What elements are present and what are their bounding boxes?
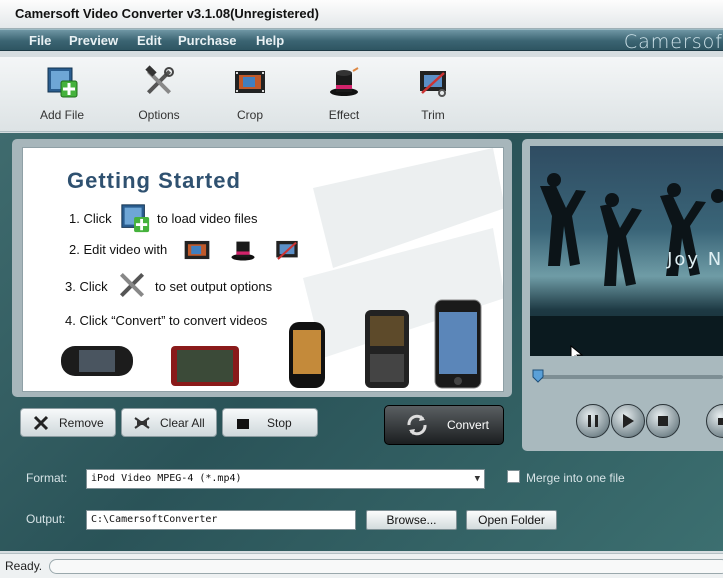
progress-bar [49, 559, 723, 574]
crop-button[interactable]: Crop [215, 65, 285, 122]
format-label: Format: [26, 471, 68, 485]
getting-started-canvas[interactable]: Getting Started 1. Click to load video f… [22, 147, 504, 392]
stop-label: Stop [267, 415, 292, 430]
getting-started-title: Getting Started [67, 168, 241, 193]
menu-bar: File Preview Edit Purchase Help Camersof [0, 29, 723, 53]
brand-logo: Camersof [623, 31, 723, 53]
window-title: Camersoft Video Converter v3.1.08(Unregi… [15, 6, 319, 21]
blackberry-image [365, 310, 409, 388]
add-file-icon [47, 67, 78, 98]
preview-panel: Joy Now [522, 139, 723, 451]
merge-label: Merge into one file [526, 471, 625, 485]
clear-all-label: Clear All [160, 415, 205, 430]
step4-text: 4. Click “Convert” to convert videos [65, 313, 268, 328]
media-player-image [171, 346, 239, 386]
clear-all-icon [134, 416, 150, 429]
step2-text: 2. Edit video with [69, 242, 168, 257]
title-bar: Camersoft Video Converter v3.1.08(Unregi… [0, 0, 723, 29]
add-file-label: Add File [39, 108, 85, 122]
stop-playback-button[interactable] [646, 404, 680, 438]
toolbar: Add File Options Crop Effect Trim [0, 57, 723, 132]
crop-icon [184, 240, 210, 260]
add-file-button[interactable]: Add File [27, 65, 97, 122]
convert-button[interactable]: Convert [384, 405, 504, 445]
play-icon [623, 414, 634, 428]
seek-slider-thumb[interactable] [532, 369, 544, 383]
stop-button[interactable]: Stop [222, 408, 318, 437]
convert-label: Convert [447, 418, 490, 432]
menu-edit[interactable]: Edit [137, 33, 162, 48]
merge-checkbox[interactable] [507, 470, 520, 483]
psp-device-image [61, 346, 133, 376]
smartphone-image [289, 322, 325, 388]
effect-button[interactable]: Effect [309, 65, 379, 122]
pause-icon [588, 415, 598, 427]
file-list-panel: Getting Started 1. Click to load video f… [12, 139, 512, 397]
effect-icon [231, 241, 255, 261]
status-text: Ready. [5, 559, 43, 573]
crop-icon [235, 71, 265, 93]
options-label: Options [138, 108, 180, 122]
step3-text-post: to set output options [155, 279, 273, 294]
options-button[interactable]: Options [124, 65, 194, 122]
menu-file[interactable]: File [29, 33, 51, 48]
chevron-down-icon: ▼ [474, 474, 480, 484]
trim-label: Trim [421, 108, 445, 122]
play-button[interactable] [611, 404, 645, 438]
output-path-value: C:\CamersoftConverter [91, 514, 218, 525]
format-select-value: iPod Video MPEG-4 (*.mp4) [91, 473, 242, 484]
browse-button[interactable]: Browse... [366, 510, 457, 530]
format-select[interactable]: iPod Video MPEG-4 (*.mp4) ▼ [86, 469, 485, 489]
effect-icon [330, 67, 359, 96]
output-path-input[interactable]: C:\CamersoftConverter [86, 510, 356, 530]
options-icon [119, 272, 145, 298]
crop-label: Crop [236, 108, 263, 122]
step1-text-pre: 1. Click [69, 211, 112, 226]
menu-purchase[interactable]: Purchase [178, 33, 237, 48]
trim-button[interactable]: Trim [398, 65, 468, 122]
trim-icon [276, 240, 298, 260]
snapshot-icon [718, 418, 723, 425]
snapshot-button[interactable] [706, 404, 723, 438]
pause-button[interactable] [576, 404, 610, 438]
status-bar: Ready. [0, 553, 723, 578]
stop-icon [658, 416, 668, 426]
remove-label: Remove [59, 415, 104, 430]
effect-label: Effect [328, 108, 360, 122]
clear-all-button[interactable]: Clear All [121, 408, 217, 437]
menu-preview[interactable]: Preview [69, 33, 118, 48]
stop-icon [237, 418, 249, 429]
iphone-image [434, 299, 482, 389]
video-preview[interactable]: Joy Now [530, 146, 723, 356]
video-overlay-text: Joy Now [667, 249, 723, 270]
options-icon [145, 65, 174, 95]
add-file-icon [121, 204, 150, 233]
step1-text-post: to load video files [157, 211, 258, 226]
remove-button[interactable]: Remove [20, 408, 116, 437]
mouse-cursor-icon [570, 345, 584, 356]
remove-icon [33, 415, 49, 430]
seek-slider-track[interactable] [536, 375, 723, 379]
menu-help[interactable]: Help [256, 33, 284, 48]
trim-icon [420, 71, 446, 97]
refresh-icon [407, 414, 427, 436]
open-folder-button[interactable]: Open Folder [466, 510, 557, 530]
output-label: Output: [26, 512, 66, 526]
step3-text-pre: 3. Click [65, 279, 108, 294]
